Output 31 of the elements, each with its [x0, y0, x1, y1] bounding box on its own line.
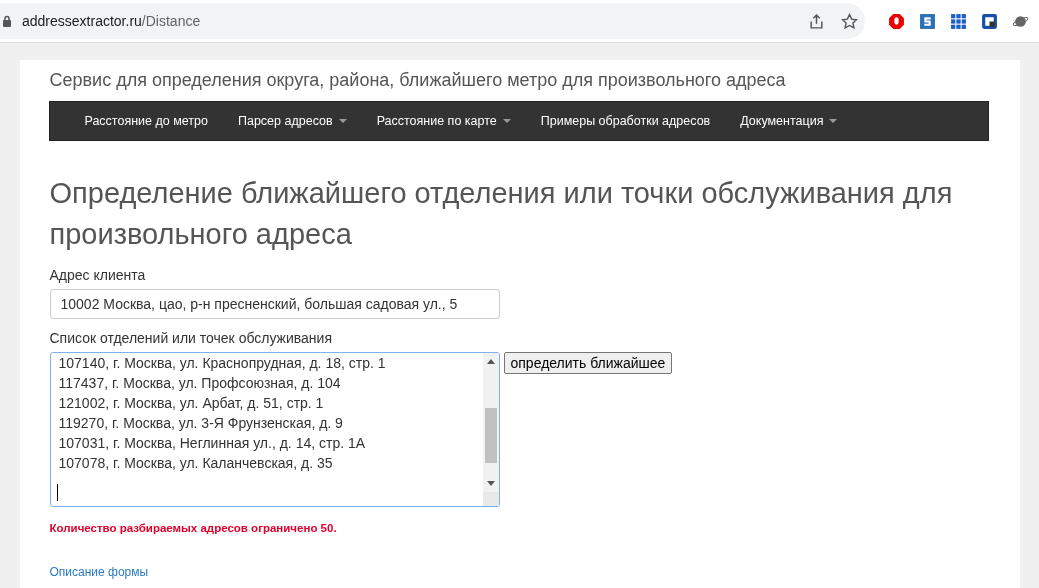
- star-icon[interactable]: [841, 12, 858, 30]
- nav-link[interactable]: Примеры обработки адресов: [525, 114, 726, 128]
- field-label: Список отделений или точек обслуживания: [49, 330, 333, 346]
- address-line: 119270, г. Москва, ул. 3-Я Фрунзенская, д. 9: [58, 414, 344, 433]
- lock-square-icon[interactable]: [981, 12, 998, 30]
- nav-link[interactable]: Документация: [725, 114, 853, 128]
- scrollbar[interactable]: [482, 353, 499, 506]
- address-line: 117437, г. Москва, ул. Профсоюзная, д. 104: [58, 374, 342, 393]
- address-line: 121002, г. Москва, ул. Арбат, д. 51, стр. 1: [58, 394, 325, 413]
- caret-icon: [829, 119, 838, 123]
- find-nearest-button[interactable]: определить ближайшее: [503, 352, 673, 374]
- page-heading: Определение ближайшего отделения или точки обслуживания для произвольного адреса: [49, 176, 954, 252]
- address-line: 107031, г. Москва, Неглинная ул., д. 14, стр. 1А: [58, 434, 367, 453]
- caret-icon: [502, 119, 511, 123]
- limit-note: Количество разбираемых адресов ограничено 50.: [49, 522, 338, 534]
- caret-icon: [338, 119, 347, 123]
- site-title: Сервис для определения округа, района, ближайшего метро для произвольного адреса: [49, 70, 787, 92]
- stop-sign-icon[interactable]: [888, 12, 905, 30]
- field-label: Адрес клиента: [49, 267, 147, 283]
- nav-link[interactable]: Расстояние до метро: [69, 114, 223, 128]
- share-icon[interactable]: [808, 12, 825, 30]
- address-field[interactable]: 10002 Москва, цао, р-н пресненский, большая садовая ул., 5: [49, 289, 500, 319]
- nav-link[interactable]: Парсер адресов: [222, 114, 362, 128]
- nav-link[interactable]: Расстояние по карте: [361, 114, 526, 128]
- lock-icon: [2, 15, 12, 27]
- points-textarea[interactable]: [49, 352, 500, 507]
- s-square-icon[interactable]: [919, 12, 936, 30]
- grid-icon[interactable]: [950, 12, 967, 30]
- address-line: 107140, г. Москва, ул. Краснопрудная, д. 18, стр. 1: [58, 354, 387, 373]
- address-line: 107078, г. Москва, ул. Каланчевская, д. 35: [58, 454, 334, 473]
- form-description-link[interactable]: Описание формы: [49, 565, 149, 579]
